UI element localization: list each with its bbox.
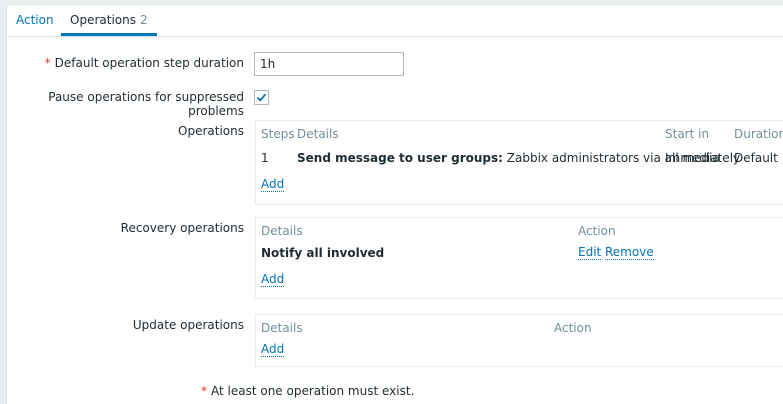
operation-details-bold: Send message to user groups: xyxy=(297,151,503,165)
required-marker: * xyxy=(201,384,207,398)
step-duration-input[interactable]: 1h xyxy=(254,52,404,76)
operation-required-note-text: At least one operation must exist. xyxy=(211,384,415,398)
tab-action-label: Action xyxy=(16,13,54,27)
tab-operations-label: Operations xyxy=(70,13,136,27)
update-header-action: Action xyxy=(554,321,592,335)
recovery-edit-link[interactable]: Edit xyxy=(578,246,602,260)
operations-header-steps: Steps xyxy=(261,127,295,141)
operations-label: Operations xyxy=(178,124,244,138)
operation-row-details: Send message to user groups: Zabbix admi… xyxy=(297,151,720,165)
pause-operations-checkbox[interactable] xyxy=(254,90,269,105)
tab-operations-count: 2 xyxy=(139,13,148,27)
tab-bar: Action Operations 2 xyxy=(7,5,783,37)
pause-operations-label: Pause operations for suppressed problems xyxy=(48,90,244,118)
operation-row-start-in: Immediately xyxy=(665,151,741,165)
operation-required-note: * At least one operation must exist. xyxy=(201,384,414,398)
operations-header-duration: Duration xyxy=(734,127,783,141)
operation-row-duration: Default xyxy=(734,151,778,165)
update-header-details: Details xyxy=(261,321,303,335)
operations-table: Steps Details Start in Duration 1 Send m… xyxy=(255,120,783,205)
add-recovery-operation-link[interactable]: Add xyxy=(261,273,285,287)
operations-header-details: Details xyxy=(297,127,339,141)
operations-header-start-in: Start in xyxy=(665,127,710,141)
step-duration-label: * Default operation step duration xyxy=(7,56,244,70)
tab-operations[interactable]: Operations 2 xyxy=(61,5,157,36)
operation-row-steps: 1 xyxy=(261,151,269,165)
required-marker: * xyxy=(44,56,51,70)
recovery-operations-table: Details Action Notify all involved Edit … xyxy=(255,217,783,299)
recovery-operations-label: Recovery operations xyxy=(120,221,244,235)
step-duration-label-text: Default operation step duration xyxy=(54,56,244,70)
recovery-remove-link[interactable]: Remove xyxy=(605,246,654,260)
action-form-panel: Action Operations 2 * Default operation st… xyxy=(6,4,783,404)
update-operations-label: Update operations xyxy=(132,318,244,332)
update-operations-table: Details Action Add xyxy=(255,314,783,367)
recovery-header-action: Action xyxy=(578,224,616,238)
add-operation-link[interactable]: Add xyxy=(261,178,285,192)
add-update-operation-link[interactable]: Add xyxy=(261,343,285,357)
check-icon xyxy=(256,93,267,102)
tab-action[interactable]: Action xyxy=(7,5,63,36)
recovery-row-details: Notify all involved xyxy=(261,246,385,260)
recovery-header-details: Details xyxy=(261,224,303,238)
